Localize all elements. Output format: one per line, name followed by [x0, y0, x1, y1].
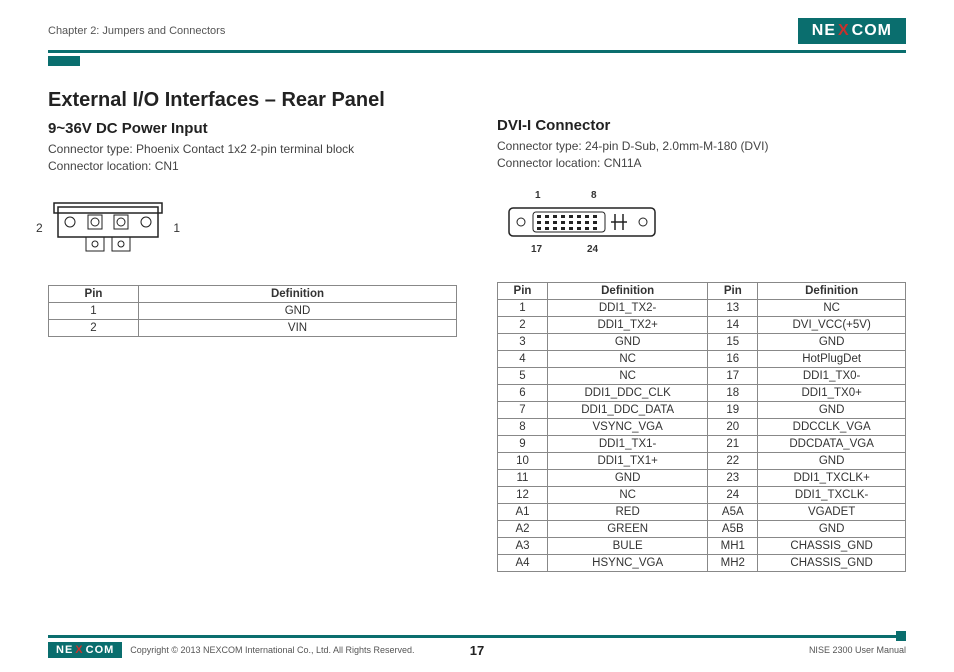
left-column: External I/O Interfaces – Rear Panel 9~3…: [48, 89, 457, 572]
dvi-pinout-table: Pin Definition Pin Definition 1DDI1_TX2-…: [497, 282, 906, 572]
th-pin: Pin: [708, 282, 758, 299]
table-row: 2DDI1_TX2+14DVI_VCC(+5V): [498, 316, 906, 333]
copyright: Copyright © 2013 NEXCOM International Co…: [130, 645, 414, 655]
header-rule: [48, 50, 906, 53]
table-row: 1DDI1_TX2-13NC: [498, 299, 906, 316]
pin-label-2: 2: [36, 221, 43, 235]
brand-logo: NEXCOM: [798, 18, 906, 44]
th-def: Definition: [548, 282, 708, 299]
table-row: A3BULEMH1CHASSIS_GND: [498, 537, 906, 554]
table-row: 7DDI1_DDC_DATA19GND: [498, 401, 906, 418]
dvi-desc: Connector type: 24-pin D-Sub, 2.0mm-M-18…: [497, 138, 906, 172]
power-heading: 9~36V DC Power Input: [48, 120, 457, 137]
right-column: DVI-I Connector Connector type: 24-pin D…: [497, 89, 906, 572]
footer-rule: [48, 635, 906, 638]
table-row: 4NC16HotPlugDet: [498, 350, 906, 367]
table-row: 8VSYNC_VGA20DDCCLK_VGA: [498, 418, 906, 435]
table-row: A4HSYNC_VGAMH2CHASSIS_GND: [498, 554, 906, 571]
dvi-connector-diagram: 1 8: [497, 190, 906, 260]
table-row: 11GND23DDI1_TXCLK+: [498, 469, 906, 486]
chapter-title: Chapter 2: Jumpers and Connectors: [48, 25, 225, 37]
table-row: 10DDI1_TX1+22GND: [498, 452, 906, 469]
doc-title: NISE 2300 User Manual: [809, 645, 906, 655]
page-number: 17: [470, 643, 484, 658]
power-pinout-table: Pin Definition 1GND2VIN: [48, 285, 457, 337]
phoenix-connector-diagram: 2 1: [48, 193, 457, 263]
table-row: 5NC17DDI1_TX0-: [498, 367, 906, 384]
content: External I/O Interfaces – Rear Panel 9~3…: [48, 89, 906, 572]
table-row: 6DDI1_DDC_CLK18DDI1_TX0+: [498, 384, 906, 401]
phoenix-icon: [48, 201, 168, 255]
dvi-icon: [507, 202, 657, 242]
th-pin: Pin: [498, 282, 548, 299]
dvi-heading: DVI-I Connector: [497, 117, 906, 134]
table-row: A1REDA5AVGADET: [498, 503, 906, 520]
table-row: A2GREENA5BGND: [498, 520, 906, 537]
th-def: Definition: [139, 285, 457, 302]
table-row: 1GND: [49, 302, 457, 319]
footer-logo: NEXCOM: [48, 642, 122, 658]
table-row: 2VIN: [49, 319, 457, 336]
table-row: 3GND15GND: [498, 333, 906, 350]
table-row: 9DDI1_TX1-21DDCDATA_VGA: [498, 435, 906, 452]
th-def: Definition: [758, 282, 906, 299]
page-footer: NEXCOM Copyright © 2013 NEXCOM Internati…: [48, 635, 906, 658]
header-accent: [48, 56, 80, 66]
page-title: External I/O Interfaces – Rear Panel: [48, 89, 457, 112]
th-pin: Pin: [49, 285, 139, 302]
table-row: 12NC24DDI1_TXCLK-: [498, 486, 906, 503]
pin-label-1: 1: [173, 221, 180, 235]
power-desc: Connector type: Phoenix Contact 1x2 2-pi…: [48, 141, 457, 175]
page-header: Chapter 2: Jumpers and Connectors NEXCOM: [48, 18, 906, 48]
